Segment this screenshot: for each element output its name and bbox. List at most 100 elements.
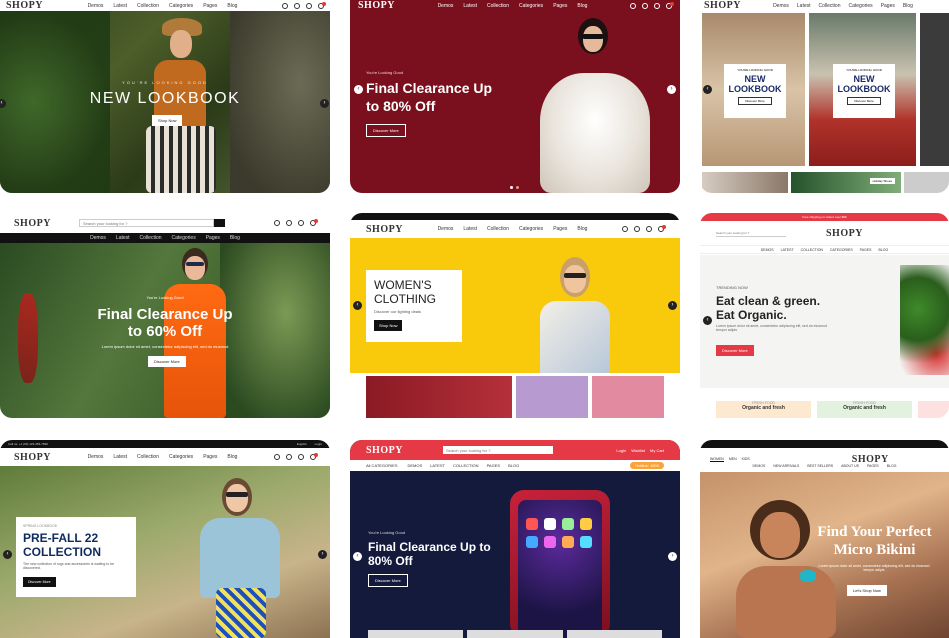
demo-card-clearance-crimson[interactable]: SHOPY Demos Latest Collection Categories… [350, 0, 680, 193]
menu-item[interactable]: DEMOS [761, 248, 774, 252]
menu-item[interactable]: Blog [230, 235, 240, 241]
discover-more-button[interactable]: Discover More [23, 577, 56, 587]
brand-logo[interactable]: SHOPY [14, 218, 51, 229]
menu-item[interactable]: Latest [113, 3, 127, 9]
menu-item[interactable]: Demos [438, 3, 454, 9]
menu-item[interactable]: PAGES [860, 248, 872, 252]
user-icon[interactable] [642, 2, 648, 9]
tab-men[interactable]: MEN [729, 457, 737, 462]
demo-card-electronics[interactable]: SHOPY Login Wishlist My Cart All CATEGOR… [350, 440, 680, 638]
shop-now-button[interactable]: Shop Now [374, 320, 403, 331]
menu-item[interactable]: Categories [172, 235, 196, 241]
user-icon[interactable] [294, 2, 300, 9]
brand-logo[interactable]: SHOPY [6, 0, 43, 11]
menu-item[interactable]: Collection [137, 3, 159, 9]
menu-item[interactable]: PAGES [487, 463, 501, 468]
cart-icon[interactable] [666, 1, 674, 9]
chevron-left-icon[interactable]: ‹ [353, 552, 362, 561]
search-icon[interactable] [622, 226, 628, 232]
demo-card-lookbook-split[interactable]: SHOPY Demos Latest Collection Categories… [700, 0, 949, 193]
discover-more-button[interactable]: Discover More [366, 124, 406, 137]
chevron-right-icon[interactable]: › [667, 85, 676, 94]
search-input[interactable] [716, 229, 786, 237]
chevron-left-icon[interactable]: ‹ [703, 85, 712, 94]
chevron-right-icon[interactable]: › [320, 99, 329, 108]
menu-item[interactable]: COLLECTION [453, 463, 479, 468]
category-tile[interactable] [366, 376, 512, 418]
demo-card-organic[interactable]: Free shipping on orders over $99 SHOPY D… [700, 213, 949, 418]
search-input[interactable] [78, 219, 214, 227]
product-tile[interactable]: FRESH FOOD Organic and fresh [716, 401, 811, 418]
demo-card-clearance-orange[interactable]: SHOPY Demos Latest Collection Categories… [0, 213, 330, 418]
menu-item[interactable]: Pages [203, 3, 217, 9]
brand-logo[interactable]: SHOPY [14, 452, 51, 463]
brand-logo[interactable]: SHOPY [366, 445, 403, 456]
cart-icon[interactable] [658, 225, 666, 232]
menu-item[interactable]: Collection [140, 235, 162, 241]
search-button[interactable] [213, 219, 225, 227]
cart-icon[interactable] [318, 1, 326, 9]
discover-more-button[interactable]: Discover More [847, 97, 881, 105]
category-tile[interactable] [516, 376, 588, 418]
menu-item[interactable]: Pages [206, 235, 220, 241]
brand-logo[interactable]: SHOPY [366, 224, 403, 235]
search-input[interactable] [442, 446, 553, 454]
tab-kids[interactable]: KIDS [742, 457, 750, 462]
menu-item[interactable]: DEMOS [408, 463, 423, 468]
demo-card-womens-clothing[interactable]: SHOPY Demos Latest Collection Categories… [350, 213, 680, 418]
menu-item[interactable]: Pages [553, 3, 567, 9]
menu-item[interactable]: Collection [487, 3, 509, 9]
search-icon[interactable] [274, 220, 280, 226]
menu-item[interactable]: Blog [577, 3, 587, 9]
all-categories-dropdown[interactable]: All CATEGORIES [366, 463, 398, 468]
menu-item[interactable]: Blog [227, 454, 237, 460]
menu-item[interactable]: Demos [88, 3, 104, 9]
menu-item[interactable]: Pages [881, 3, 895, 9]
cart-icon[interactable] [310, 219, 318, 226]
menu-item[interactable]: Blog [227, 3, 237, 9]
heart-icon[interactable] [298, 220, 304, 226]
menu-item[interactable]: Blog [903, 3, 913, 9]
chevron-left-icon[interactable]: ‹ [703, 316, 712, 325]
heart-icon[interactable] [298, 454, 304, 460]
menu-item[interactable]: Pages [203, 454, 217, 460]
discover-more-button[interactable]: Discover More [368, 574, 408, 587]
menu-item[interactable]: DEMOS [752, 464, 765, 468]
demo-card-lookbook-greenery[interactable]: SHOPY Demos Latest Collection Categories… [0, 0, 330, 193]
discover-more-button[interactable]: Discover More [716, 345, 754, 356]
menu-item[interactable]: Collection [137, 454, 159, 460]
menu-item[interactable]: Pages [553, 226, 567, 232]
heart-icon[interactable] [306, 2, 312, 9]
heart-icon[interactable] [646, 226, 652, 232]
brand-logo[interactable]: SHOPY [704, 0, 741, 11]
brand-logo[interactable]: SHOPY [358, 0, 395, 11]
login-link[interactable]: Login [616, 448, 626, 453]
menu-item[interactable]: CATEGORIES [830, 248, 853, 252]
cart-link[interactable]: My Cart [650, 448, 664, 453]
brand-logo[interactable]: SHOPY [826, 228, 863, 239]
chevron-left-icon[interactable]: ‹ [353, 301, 362, 310]
menu-item[interactable]: Categories [519, 3, 543, 9]
menu-item[interactable]: Collection [819, 3, 841, 9]
demo-card-pre-fall[interactable]: Call us: +1 (00) 123-456-7890 English Lo… [0, 440, 330, 638]
wishlist-link[interactable]: Wishlist [631, 448, 645, 453]
login-link[interactable]: Login [315, 440, 322, 448]
menu-item[interactable]: Latest [463, 226, 477, 232]
shop-now-button[interactable]: Shop Now [152, 115, 183, 126]
menu-item[interactable]: Demos [90, 235, 106, 241]
menu-item[interactable]: Latest [116, 235, 130, 241]
user-icon[interactable] [634, 226, 640, 232]
menu-item[interactable]: Categories [169, 3, 193, 9]
language-select[interactable]: English [297, 440, 307, 448]
menu-item[interactable]: Latest [113, 454, 127, 460]
discover-more-button[interactable]: Discover More [738, 97, 772, 105]
menu-item[interactable]: Latest [797, 3, 811, 9]
menu-item[interactable]: LATEST [430, 463, 445, 468]
discover-more-button[interactable]: Discover More [148, 356, 186, 367]
menu-item[interactable]: Demos [773, 3, 789, 9]
menu-item[interactable]: COLLECTION [801, 248, 823, 252]
cart-icon[interactable] [310, 453, 318, 460]
tab-women[interactable]: WOMEN [710, 457, 724, 462]
menu-item[interactable]: Categories [849, 3, 873, 9]
category-tile[interactable] [592, 376, 664, 418]
